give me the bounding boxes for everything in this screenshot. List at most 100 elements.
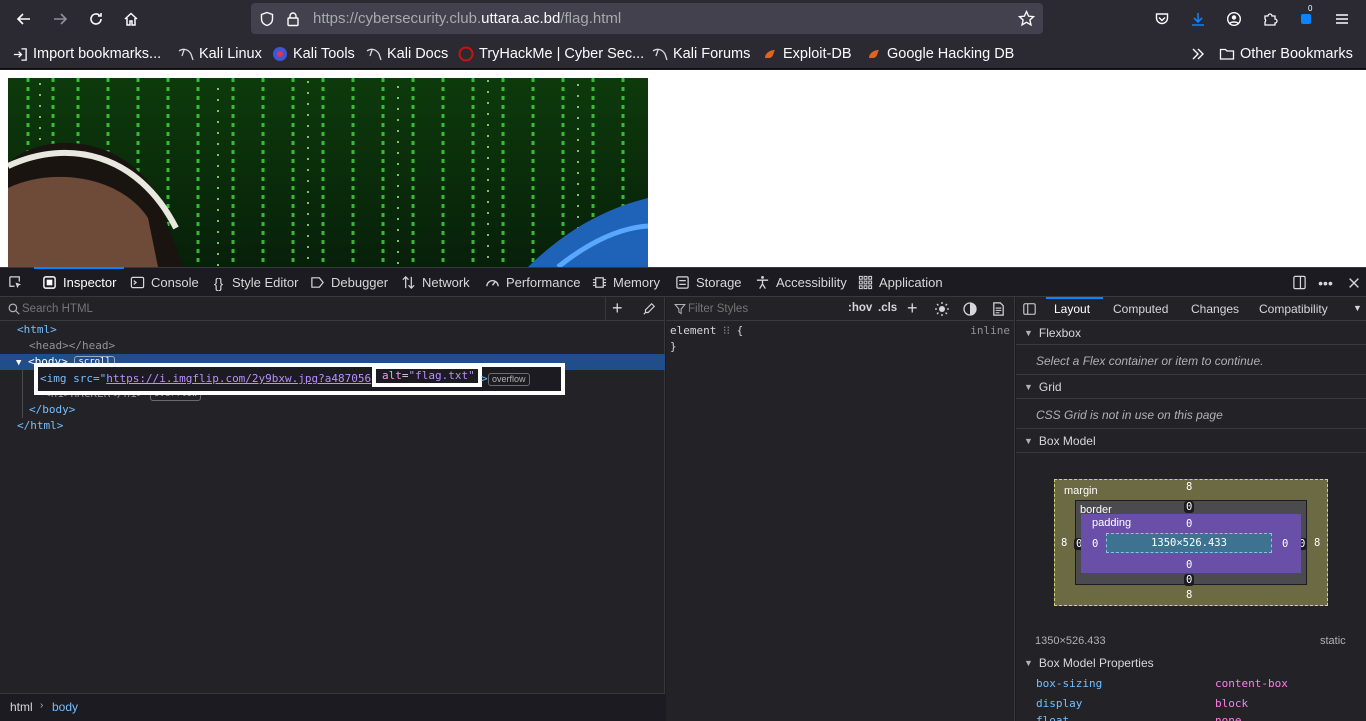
add-rule-button[interactable]: +	[907, 298, 918, 318]
img-alt-attribute[interactable]: alt="flag.txt"	[382, 368, 475, 384]
other-bookmarks-button[interactable]: Other Bookmarks	[1219, 44, 1353, 64]
hover-states-toggle[interactable]: :hov	[848, 302, 872, 314]
tab-application[interactable]: Application	[858, 268, 943, 297]
dark-mode-icon[interactable]	[962, 301, 978, 317]
tab-accessibility[interactable]: Accessibility	[755, 268, 847, 297]
bookmark-item-kali-tools[interactable]: Kali Tools	[272, 44, 355, 64]
bookmark-item-kali-forums[interactable]: Kali Forums	[652, 44, 750, 64]
bookmark-item-kali-docs[interactable]: Kali Docs	[366, 44, 448, 64]
boxmodel-margin[interactable]: margin 8 8 8 8 border 0 0 0 0 padding 0 …	[1054, 479, 1328, 606]
extensions-button[interactable]	[1258, 7, 1282, 31]
app-menu-button[interactable]	[1330, 7, 1354, 31]
extension-badge-button[interactable]: 0	[1294, 4, 1318, 31]
tabs-overflow-icon[interactable]: ▼	[1353, 303, 1362, 313]
bookmarks-overflow-button[interactable]	[1190, 44, 1211, 64]
css-rule-source[interactable]: inline	[970, 323, 1010, 339]
bookmark-item-google-hacking-db[interactable]: Google Hacking DB	[866, 44, 1014, 64]
margin-left-value[interactable]: 8	[1061, 537, 1067, 549]
tab-network[interactable]: Network	[401, 268, 470, 297]
bookmark-item-exploit-db[interactable]: Exploit-DB	[762, 44, 852, 64]
rules-panel: :hov .cls + element ⁝⁝ { inline }	[666, 297, 1015, 721]
img-overflow-badge[interactable]: overflow	[488, 373, 530, 386]
tab-performance[interactable]: Performance	[485, 268, 580, 297]
boxmodel-properties-header[interactable]: ▼ Box Model Properties	[1016, 651, 1366, 675]
tab-style-editor[interactable]: {} Style Editor	[211, 268, 299, 297]
padding-bottom-value[interactable]: 0	[1186, 559, 1192, 571]
margin-top-value[interactable]: 8	[1186, 481, 1192, 493]
add-node-button[interactable]: +	[612, 298, 623, 318]
tab-computed[interactable]: Computed	[1113, 302, 1168, 316]
tab-console[interactable]: Console	[130, 268, 199, 297]
print-media-icon[interactable]	[991, 301, 1006, 317]
light-mode-icon[interactable]	[934, 301, 950, 317]
boxmodel-section-header[interactable]: ▼ Box Model	[1016, 429, 1366, 453]
filter-styles-input[interactable]	[688, 300, 838, 318]
url-text[interactable]: https://cybersecurity.club.uttara.ac.bd/…	[313, 10, 621, 27]
img-src-link[interactable]: https://i.imgflip.com/2y9bxw.jpg?a487056	[106, 372, 371, 385]
boxmodel-padding[interactable]: padding 0 0 0 0 1350×526.433	[1081, 514, 1301, 573]
devtools-more-button[interactable]: •••	[1318, 268, 1339, 297]
border-top-value[interactable]: 0	[1184, 501, 1195, 513]
padding-left-value[interactable]: 0	[1092, 538, 1098, 550]
bookmark-item-kali-linux[interactable]: Kali Linux	[178, 44, 262, 64]
downloads-button[interactable]	[1186, 7, 1210, 31]
url-bar[interactable]: https://cybersecurity.club.uttara.ac.bd/…	[251, 3, 1043, 34]
tree-node-html-close[interactable]: </html>	[17, 418, 63, 434]
more-dots-icon: •••	[1318, 274, 1333, 291]
tab-storage[interactable]: Storage	[675, 268, 742, 297]
expand-triangle-icon[interactable]: ▼	[16, 358, 21, 368]
bookmark-item-tryhackme[interactable]: TryHackMe | Cyber Sec...	[458, 44, 644, 64]
lock-icon[interactable]	[285, 11, 301, 27]
breadcrumb-item-html[interactable]: html	[10, 700, 33, 714]
margin-bottom-value[interactable]: 8	[1186, 589, 1192, 601]
tab-inspector[interactable]: Inspector	[33, 267, 126, 297]
bookmark-star-icon[interactable]	[1018, 10, 1035, 27]
tree-node-html[interactable]: <html>	[17, 322, 57, 338]
home-button[interactable]	[119, 7, 143, 31]
folder-icon	[1219, 46, 1235, 62]
eyedropper-icon[interactable]	[642, 302, 656, 316]
border-bottom-value[interactable]: 0	[1184, 574, 1195, 586]
grid-dots-icon: ⁝⁝	[722, 324, 730, 337]
prop-value[interactable]: none	[1215, 713, 1242, 721]
element-position: static	[1320, 635, 1346, 647]
grid-section-header[interactable]: ▼ Grid	[1016, 375, 1366, 399]
tab-layout[interactable]: Layout	[1054, 302, 1090, 316]
memory-icon	[592, 275, 607, 290]
inspector-icon	[42, 275, 57, 290]
tree-node-img[interactable]: <img src="https://i.imgflip.com/2y9bxw.j…	[40, 371, 371, 387]
content-size-value[interactable]: 1350×526.433	[1151, 537, 1227, 549]
padding-top-value[interactable]: 0	[1186, 518, 1192, 530]
boxmodel-content[interactable]: 1350×526.433	[1106, 533, 1272, 553]
grid-note: CSS Grid is not in use on this page	[1036, 408, 1223, 422]
margin-right-value[interactable]: 8	[1314, 537, 1320, 549]
flexbox-section-header[interactable]: ▼ Flexbox	[1016, 321, 1366, 345]
tab-memory[interactable]: Memory	[592, 268, 660, 297]
search-html-input[interactable]	[22, 300, 592, 318]
dock-side-button[interactable]	[1292, 268, 1313, 297]
tree-node-body-close[interactable]: </body>	[29, 402, 75, 418]
reload-button[interactable]	[84, 7, 108, 31]
element-picker-button[interactable]	[8, 268, 29, 297]
pocket-button[interactable]	[1150, 7, 1174, 31]
tab-debugger[interactable]: Debugger	[310, 268, 388, 297]
forward-button[interactable]	[48, 7, 72, 31]
classes-toggle[interactable]: .cls	[878, 302, 897, 314]
prop-value[interactable]: content-box	[1215, 676, 1288, 692]
back-button[interactable]	[12, 7, 36, 31]
tab-compatibility[interactable]: Compatibility	[1259, 302, 1328, 316]
account-button[interactable]	[1222, 7, 1246, 31]
prop-value[interactable]: block	[1215, 696, 1248, 712]
boxmodel-border[interactable]: border 0 0 0 0 padding 0 0 0 0 1350×526.…	[1074, 500, 1308, 586]
filter-icon	[674, 303, 686, 315]
tree-node-head[interactable]: <head></head>	[29, 338, 115, 354]
css-rule-selector[interactable]: element ⁝⁝ {	[670, 323, 743, 339]
tab-changes[interactable]: Changes	[1191, 302, 1239, 316]
flexbox-note: Select a Flex container or item to conti…	[1036, 354, 1264, 368]
toggle-pane-icon[interactable]	[1022, 302, 1037, 316]
bookmark-item-import[interactable]: Import bookmarks...	[12, 44, 161, 64]
breadcrumb-item-body[interactable]: body	[52, 700, 78, 714]
shield-icon[interactable]	[259, 11, 275, 27]
padding-right-value[interactable]: 0	[1282, 538, 1288, 550]
devtools-close-button[interactable]	[1346, 268, 1366, 297]
